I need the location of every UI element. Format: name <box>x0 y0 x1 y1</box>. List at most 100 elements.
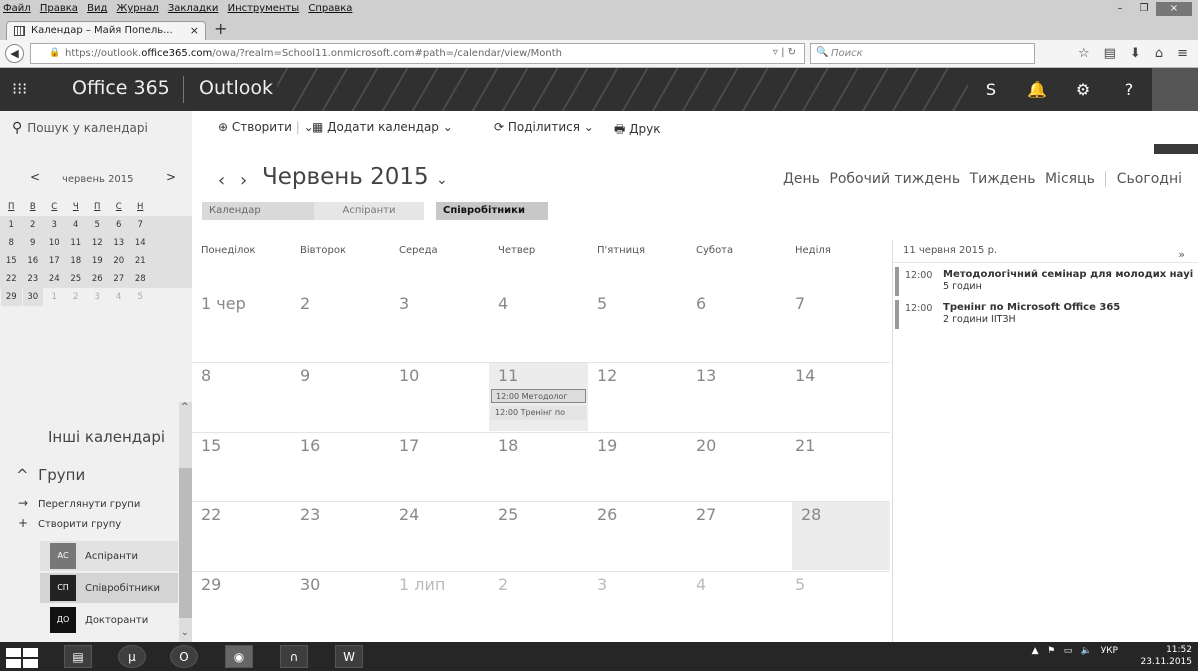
next-month-icon[interactable]: › <box>240 170 247 191</box>
month-day-cell[interactable]: 4 <box>687 572 786 640</box>
month-day-cell[interactable]: 21 <box>786 433 885 501</box>
month-day-cell[interactable]: 18 <box>489 433 588 501</box>
menu-help[interactable]: Справка <box>305 0 355 14</box>
minical-day[interactable]: 16 <box>23 252 44 270</box>
minical-day[interactable]: 25 <box>66 270 87 288</box>
prev-month-icon[interactable]: ‹ <box>218 170 225 191</box>
minical-day[interactable]: 9 <box>23 234 44 252</box>
month-day-cell[interactable]: 10 <box>390 363 489 431</box>
month-day-cell[interactable]: 15 <box>192 433 291 501</box>
month-day-cell[interactable]: 8 <box>192 363 291 431</box>
calendar-search[interactable]: ⚲ Пошук у календарі <box>0 111 192 144</box>
back-button[interactable]: ◀ <box>5 44 24 63</box>
view-month[interactable]: Місяць <box>1045 171 1095 187</box>
month-day-cell[interactable]: 1 лип <box>390 572 489 640</box>
reading-list-icon[interactable]: ▤ <box>1104 46 1116 61</box>
month-day-cell[interactable]: 6 <box>687 291 786 361</box>
minical-day[interactable]: 10 <box>44 234 65 252</box>
minical-day[interactable]: 6 <box>109 216 130 234</box>
month-day-cell[interactable]: 22 <box>192 502 291 570</box>
reload-icon[interactable]: ▿ | ↻ <box>773 47 796 58</box>
settings-gear-icon[interactable]: ⚙ <box>1060 68 1106 111</box>
month-day-cell[interactable]: 9 <box>291 363 390 431</box>
month-day-cell[interactable]: 23 <box>291 502 390 570</box>
month-day-cell[interactable]: 29 <box>192 572 291 640</box>
minical-day[interactable]: 12 <box>87 234 108 252</box>
help-icon[interactable]: ? <box>1106 68 1152 111</box>
browser-tab[interactable]: Календар – Майя Попель... × <box>6 21 206 40</box>
scroll-up-icon[interactable]: ^ <box>181 402 189 412</box>
view-week[interactable]: Тиждень <box>970 171 1036 187</box>
show-hidden-icon[interactable]: ▲ <box>1032 646 1039 656</box>
other-calendars-heading[interactable]: Інші календарі <box>48 428 165 446</box>
network-icon[interactable]: ▭ <box>1064 646 1073 656</box>
minical-prev-icon[interactable]: < <box>30 170 40 184</box>
address-bar[interactable]: 🔒 https://outlook.office365.com/owa/?rea… <box>30 43 805 64</box>
browser-search-input[interactable]: 🔍 Поиск <box>810 43 1035 64</box>
month-day-cell-selected[interactable]: 11 12:00 Методолог 12:00 Тренінг по <box>489 363 588 431</box>
tab-close-icon[interactable]: × <box>190 24 199 37</box>
user-photo[interactable] <box>1152 68 1198 111</box>
view-day[interactable]: День <box>783 171 820 187</box>
close-window-icon[interactable]: × <box>1156 2 1192 16</box>
create-group-link[interactable]: + Створити групу <box>18 516 121 530</box>
new-tab-button[interactable]: + <box>214 19 227 38</box>
minical-day[interactable]: 17 <box>44 252 65 270</box>
minical-day[interactable]: 3 <box>44 216 65 234</box>
minical-day[interactable]: 29 <box>1 288 22 306</box>
calendar-tab-aspiranty[interactable]: Аспіранти <box>314 202 424 220</box>
minimize-icon[interactable]: – <box>1108 2 1132 16</box>
minical-day[interactable]: 22 <box>1 270 22 288</box>
month-day-cell[interactable]: 3 <box>588 572 687 640</box>
menu-file[interactable]: Файл <box>0 0 34 14</box>
download-icon[interactable]: ⬇ <box>1130 46 1141 61</box>
file-explorer-icon[interactable]: ▤ <box>64 645 92 668</box>
volume-icon[interactable]: 🔈 <box>1081 646 1092 656</box>
menu-bookmarks[interactable]: Закладки <box>165 0 222 14</box>
month-day-cell[interactable]: 26 <box>588 502 687 570</box>
sidebar-scrollbar-thumb[interactable] <box>179 468 192 618</box>
minical-day[interactable]: 14 <box>130 234 151 252</box>
minical-day[interactable]: 13 <box>109 234 130 252</box>
bookmark-star-icon[interactable]: ☆ <box>1078 46 1090 61</box>
month-day-cell[interactable]: 5 <box>786 572 885 640</box>
minical-day[interactable]: 27 <box>109 270 130 288</box>
calendar-tab-main[interactable]: Календар <box>202 202 314 220</box>
month-day-cell[interactable]: 20 <box>687 433 786 501</box>
office365-brand[interactable]: Office 365 <box>72 77 170 99</box>
minical-day[interactable]: 8 <box>1 234 22 252</box>
minical-day[interactable]: 4 <box>66 216 87 234</box>
minical-day[interactable]: 1 <box>1 216 22 234</box>
minical-day[interactable]: 19 <box>87 252 108 270</box>
minical-day[interactable]: 15 <box>1 252 22 270</box>
month-day-cell[interactable]: 16 <box>291 433 390 501</box>
minical-day[interactable]: 4 <box>109 288 130 306</box>
month-day-cell[interactable]: 7 <box>786 291 885 361</box>
month-day-cell[interactable]: 13 <box>687 363 786 431</box>
month-day-cell[interactable]: 2 <box>291 291 390 361</box>
minical-day[interactable]: 20 <box>109 252 130 270</box>
month-day-cell[interactable]: 14 <box>786 363 885 431</box>
group-item-aspiranty[interactable]: АС Аспіранти <box>40 541 178 571</box>
minical-day[interactable]: 24 <box>44 270 65 288</box>
word-icon[interactable]: W <box>335 645 363 668</box>
minical-day[interactable]: 26 <box>87 270 108 288</box>
home-icon[interactable]: ⌂ <box>1155 46 1163 61</box>
minical-day[interactable]: 2 <box>23 216 44 234</box>
month-day-cell[interactable]: 24 <box>390 502 489 570</box>
month-day-cell[interactable]: 4 <box>489 291 588 361</box>
notifications-bell-icon[interactable]: 🔔 <box>1014 68 1060 111</box>
cell-event[interactable]: 12:00 Методолог <box>491 389 586 403</box>
menu-edit[interactable]: Правка <box>37 0 81 14</box>
minical-day[interactable]: 5 <box>130 288 151 306</box>
cell-event[interactable]: 12:00 Тренінг по <box>491 406 586 420</box>
menu-tools[interactable]: Инструменты <box>225 0 303 14</box>
month-day-cell[interactable]: 28 <box>792 502 890 570</box>
menu-view[interactable]: Вид <box>84 0 110 14</box>
opera-icon[interactable]: O <box>170 645 198 668</box>
month-day-cell[interactable]: 17 <box>390 433 489 501</box>
share-button[interactable]: ⟳ Поділитися ⌄ <box>494 120 594 134</box>
torrent-app-icon[interactable]: μ <box>118 645 146 668</box>
language-indicator[interactable]: УКР <box>1101 646 1118 656</box>
minical-day[interactable]: 28 <box>130 270 151 288</box>
